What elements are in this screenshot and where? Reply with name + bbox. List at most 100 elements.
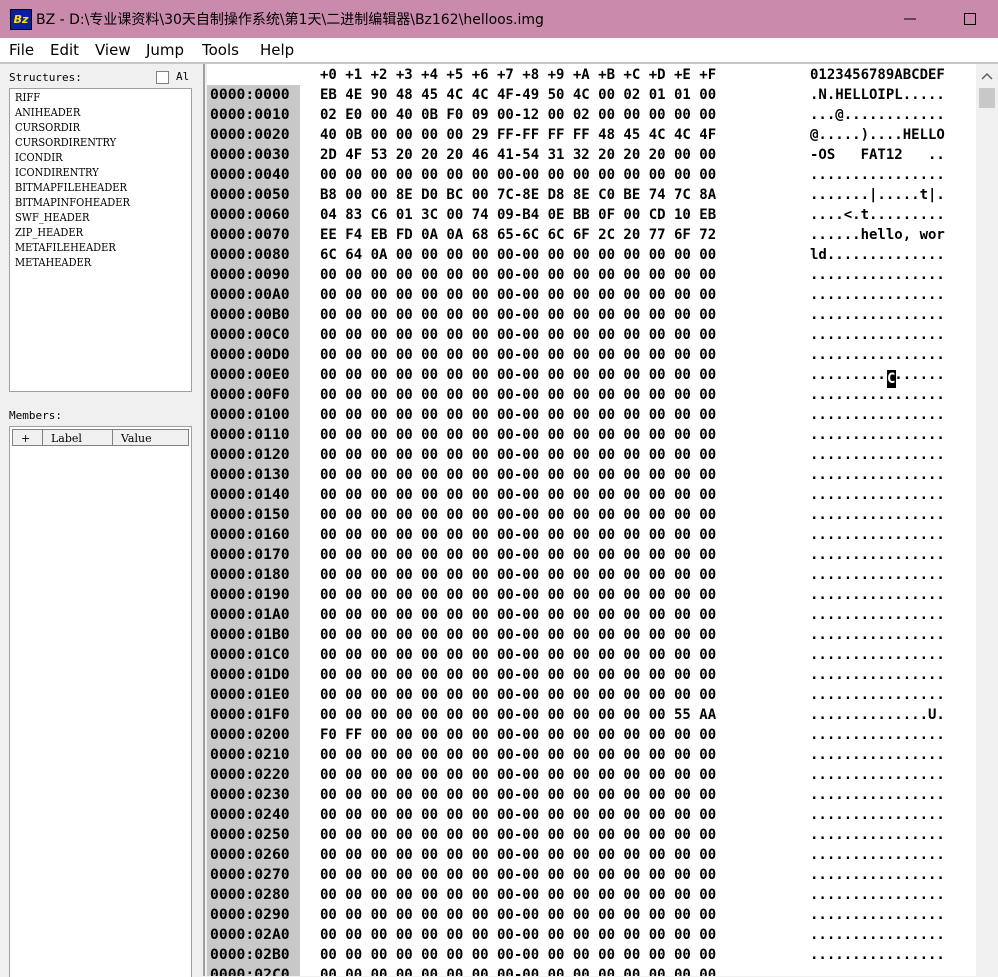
row-hex-bytes[interactable]: 00 00 00 00 00 00 00 00-00 00 00 00 00 0… — [320, 927, 716, 943]
hex-row[interactable]: 0000:0250 00 00 00 00 00 00 00 00-00 00 0… — [207, 825, 976, 845]
row-hex-bytes[interactable]: 2D 4F 53 20 20 20 46 41-54 31 32 20 20 2… — [320, 147, 716, 163]
hex-row[interactable]: 0000:00E0 00 00 00 00 00 00 00 00-00 00 0… — [207, 365, 976, 385]
row-hex-bytes[interactable]: 00 00 00 00 00 00 00 00-00 00 00 00 00 0… — [320, 747, 716, 763]
hex-row[interactable]: 0000:0200 F0 FF 00 00 00 00 00 00-00 00 0… — [207, 725, 976, 745]
row-hex-bytes[interactable]: 00 00 00 00 00 00 00 00-00 00 00 00 00 0… — [320, 587, 716, 603]
hex-row[interactable]: 0000:0140 00 00 00 00 00 00 00 00-00 00 0… — [207, 485, 976, 505]
row-ascii[interactable]: ................ — [810, 507, 945, 523]
hex-row[interactable]: 0000:00B0 00 00 00 00 00 00 00 00-00 00 0… — [207, 305, 976, 325]
row-ascii[interactable]: .N.HELLOIPL..... — [810, 87, 945, 103]
hex-row[interactable]: 0000:0080 6C 64 0A 00 00 00 00 00-00 00 0… — [207, 245, 976, 265]
structure-item-bitmapinfoheader[interactable]: BITMAPINFOHEADER — [15, 196, 130, 209]
minimize-button[interactable] — [880, 0, 940, 38]
row-ascii[interactable]: ................ — [810, 287, 945, 303]
structure-item-icondirentry[interactable]: ICONDIRENTRY — [15, 166, 99, 179]
menu-help[interactable]: Help — [260, 41, 294, 59]
row-ascii[interactable]: ................ — [810, 627, 945, 643]
row-hex-bytes[interactable]: 6C 64 0A 00 00 00 00 00-00 00 00 00 00 0… — [320, 247, 716, 263]
hex-row[interactable]: 0000:00A0 00 00 00 00 00 00 00 00-00 00 0… — [207, 285, 976, 305]
row-ascii[interactable]: ................ — [810, 327, 945, 343]
members-column-expand[interactable]: + — [12, 429, 43, 446]
menu-view[interactable]: View — [95, 41, 131, 59]
row-ascii[interactable]: ................ — [810, 927, 945, 943]
structure-item-riff[interactable]: RIFF — [15, 91, 40, 104]
row-hex-bytes[interactable]: 04 83 C6 01 3C 00 74 09-B4 0E BB 0F 00 C… — [320, 207, 716, 223]
app-icon[interactable]: Bz — [10, 9, 32, 30]
hex-row[interactable]: 0000:0010 02 E0 00 40 0B F0 09 00-12 00 0… — [207, 105, 976, 125]
maximize-button[interactable] — [940, 0, 998, 38]
row-hex-bytes[interactable]: 00 00 00 00 00 00 00 00-00 00 00 00 00 0… — [320, 907, 716, 923]
row-hex-bytes[interactable]: 00 00 00 00 00 00 00 00-00 00 00 00 00 0… — [320, 667, 716, 683]
scroll-up-icon[interactable] — [976, 66, 998, 88]
row-hex-bytes[interactable]: 00 00 00 00 00 00 00 00-00 00 00 00 00 0… — [320, 267, 716, 283]
hex-row[interactable]: 0000:0030 2D 4F 53 20 20 20 46 41-54 31 3… — [207, 145, 976, 165]
row-ascii[interactable]: ................ — [810, 347, 945, 363]
row-hex-bytes[interactable]: 00 00 00 00 00 00 00 00-00 00 00 00 00 0… — [320, 967, 716, 976]
row-hex-bytes[interactable]: 40 0B 00 00 00 00 29 FF-FF FF FF 48 45 4… — [320, 127, 716, 143]
structure-item-cursordir[interactable]: CURSORDIR — [15, 121, 80, 134]
row-hex-bytes[interactable]: 00 00 00 00 00 00 00 00-00 00 00 00 00 0… — [320, 367, 716, 383]
row-hex-bytes[interactable]: 00 00 00 00 00 00 00 00-00 00 00 00 00 0… — [320, 647, 716, 663]
hex-row[interactable]: 0000:00D0 00 00 00 00 00 00 00 00-00 00 0… — [207, 345, 976, 365]
row-ascii[interactable]: ................ — [810, 647, 945, 663]
row-ascii[interactable]: ................ — [810, 687, 945, 703]
row-hex-bytes[interactable]: EE F4 EB FD 0A 0A 68 65-6C 6C 6F 2C 20 7… — [320, 227, 716, 243]
row-ascii[interactable]: ................ — [810, 487, 945, 503]
hex-row[interactable]: 0000:01D0 00 00 00 00 00 00 00 00-00 00 0… — [207, 665, 976, 685]
row-ascii[interactable]: ................ — [810, 407, 945, 423]
row-hex-bytes[interactable]: 00 00 00 00 00 00 00 00-00 00 00 00 00 0… — [320, 607, 716, 623]
row-ascii[interactable]: ................ — [810, 667, 945, 683]
hex-row[interactable]: 0000:01E0 00 00 00 00 00 00 00 00-00 00 0… — [207, 685, 976, 705]
row-ascii[interactable]: ..............U. — [810, 707, 945, 723]
row-hex-bytes[interactable]: B8 00 00 8E D0 BC 00 7C-8E D8 8E C0 BE 7… — [320, 187, 716, 203]
row-ascii[interactable]: ld.............. — [810, 247, 945, 263]
row-ascii[interactable]: ................ — [810, 307, 945, 323]
hex-row[interactable]: 0000:0100 00 00 00 00 00 00 00 00-00 00 0… — [207, 405, 976, 425]
hex-row[interactable]: 0000:01B0 00 00 00 00 00 00 00 00-00 00 0… — [207, 625, 976, 645]
hex-row[interactable]: 0000:02A0 00 00 00 00 00 00 00 00-00 00 0… — [207, 925, 976, 945]
scrollbar-thumb[interactable] — [979, 88, 995, 108]
row-hex-bytes[interactable]: 00 00 00 00 00 00 00 00-00 00 00 00 00 0… — [320, 487, 716, 503]
hex-row[interactable]: 0000:0180 00 00 00 00 00 00 00 00-00 00 0… — [207, 565, 976, 585]
hex-row[interactable]: 0000:0070 EE F4 EB FD 0A 0A 68 65-6C 6C 6… — [207, 225, 976, 245]
row-hex-bytes[interactable]: 00 00 00 00 00 00 00 00-00 00 00 00 00 0… — [320, 327, 716, 343]
hex-row[interactable]: 0000:0160 00 00 00 00 00 00 00 00-00 00 0… — [207, 525, 976, 545]
row-hex-bytes[interactable]: 00 00 00 00 00 00 00 00-00 00 00 00 00 0… — [320, 687, 716, 703]
row-hex-bytes[interactable]: 00 00 00 00 00 00 00 00-00 00 00 00 00 0… — [320, 627, 716, 643]
hex-row[interactable]: 0000:0020 40 0B 00 00 00 00 29 FF-FF FF F… — [207, 125, 976, 145]
row-hex-bytes[interactable]: 00 00 00 00 00 00 00 00-00 00 00 00 00 0… — [320, 787, 716, 803]
row-hex-bytes[interactable]: 00 00 00 00 00 00 00 00-00 00 00 00 00 0… — [320, 507, 716, 523]
structure-item-zip-header[interactable]: ZIP_HEADER — [15, 226, 83, 239]
row-hex-bytes[interactable]: 00 00 00 00 00 00 00 00-00 00 00 00 00 0… — [320, 947, 716, 963]
row-hex-bytes[interactable]: 00 00 00 00 00 00 00 00-00 00 00 00 00 0… — [320, 887, 716, 903]
row-ascii[interactable]: ................ — [810, 867, 945, 883]
row-ascii[interactable]: ................ — [810, 367, 945, 383]
hex-row[interactable]: 0000:0120 00 00 00 00 00 00 00 00-00 00 0… — [207, 445, 976, 465]
row-ascii[interactable]: ................ — [810, 427, 945, 443]
structure-item-cursordirentry[interactable]: CURSORDIRENTRY — [15, 136, 116, 149]
row-hex-bytes[interactable]: 00 00 00 00 00 00 00 00-00 00 00 00 00 0… — [320, 167, 716, 183]
row-ascii[interactable]: ................ — [810, 827, 945, 843]
row-ascii[interactable]: ...@............ — [810, 107, 945, 123]
row-ascii[interactable]: ................ — [810, 787, 945, 803]
hex-row[interactable]: 0000:0150 00 00 00 00 00 00 00 00-00 00 0… — [207, 505, 976, 525]
structure-item-aniheader[interactable]: ANIHEADER — [15, 106, 80, 119]
row-ascii[interactable]: ................ — [810, 567, 945, 583]
row-hex-bytes[interactable]: 00 00 00 00 00 00 00 00-00 00 00 00 00 0… — [320, 427, 716, 443]
hex-row[interactable]: 0000:0280 00 00 00 00 00 00 00 00-00 00 0… — [207, 885, 976, 905]
row-hex-bytes[interactable]: 00 00 00 00 00 00 00 00-00 00 00 00 00 0… — [320, 847, 716, 863]
row-ascii[interactable]: ................ — [810, 387, 945, 403]
structure-item-icondir[interactable]: ICONDIR — [15, 151, 63, 164]
row-ascii[interactable]: .......|.....t|. — [810, 187, 945, 203]
row-ascii[interactable]: ................ — [810, 467, 945, 483]
members-column-value[interactable]: Value — [112, 429, 189, 446]
row-ascii[interactable]: ....<.t......... — [810, 207, 945, 223]
structure-item-swf-header[interactable]: SWF_HEADER — [15, 211, 89, 224]
hex-row[interactable]: 0000:01F0 00 00 00 00 00 00 00 00-00 00 0… — [207, 705, 976, 725]
row-ascii[interactable]: ................ — [810, 727, 945, 743]
hex-row[interactable]: 0000:0170 00 00 00 00 00 00 00 00-00 00 0… — [207, 545, 976, 565]
hex-row[interactable]: 0000:01C0 00 00 00 00 00 00 00 00-00 00 0… — [207, 645, 976, 665]
hex-row[interactable]: 0000:00F0 00 00 00 00 00 00 00 00-00 00 0… — [207, 385, 976, 405]
hex-row[interactable]: 0000:02C0 00 00 00 00 00 00 00 00-00 00 0… — [207, 965, 976, 976]
row-ascii[interactable]: ................ — [810, 947, 945, 963]
